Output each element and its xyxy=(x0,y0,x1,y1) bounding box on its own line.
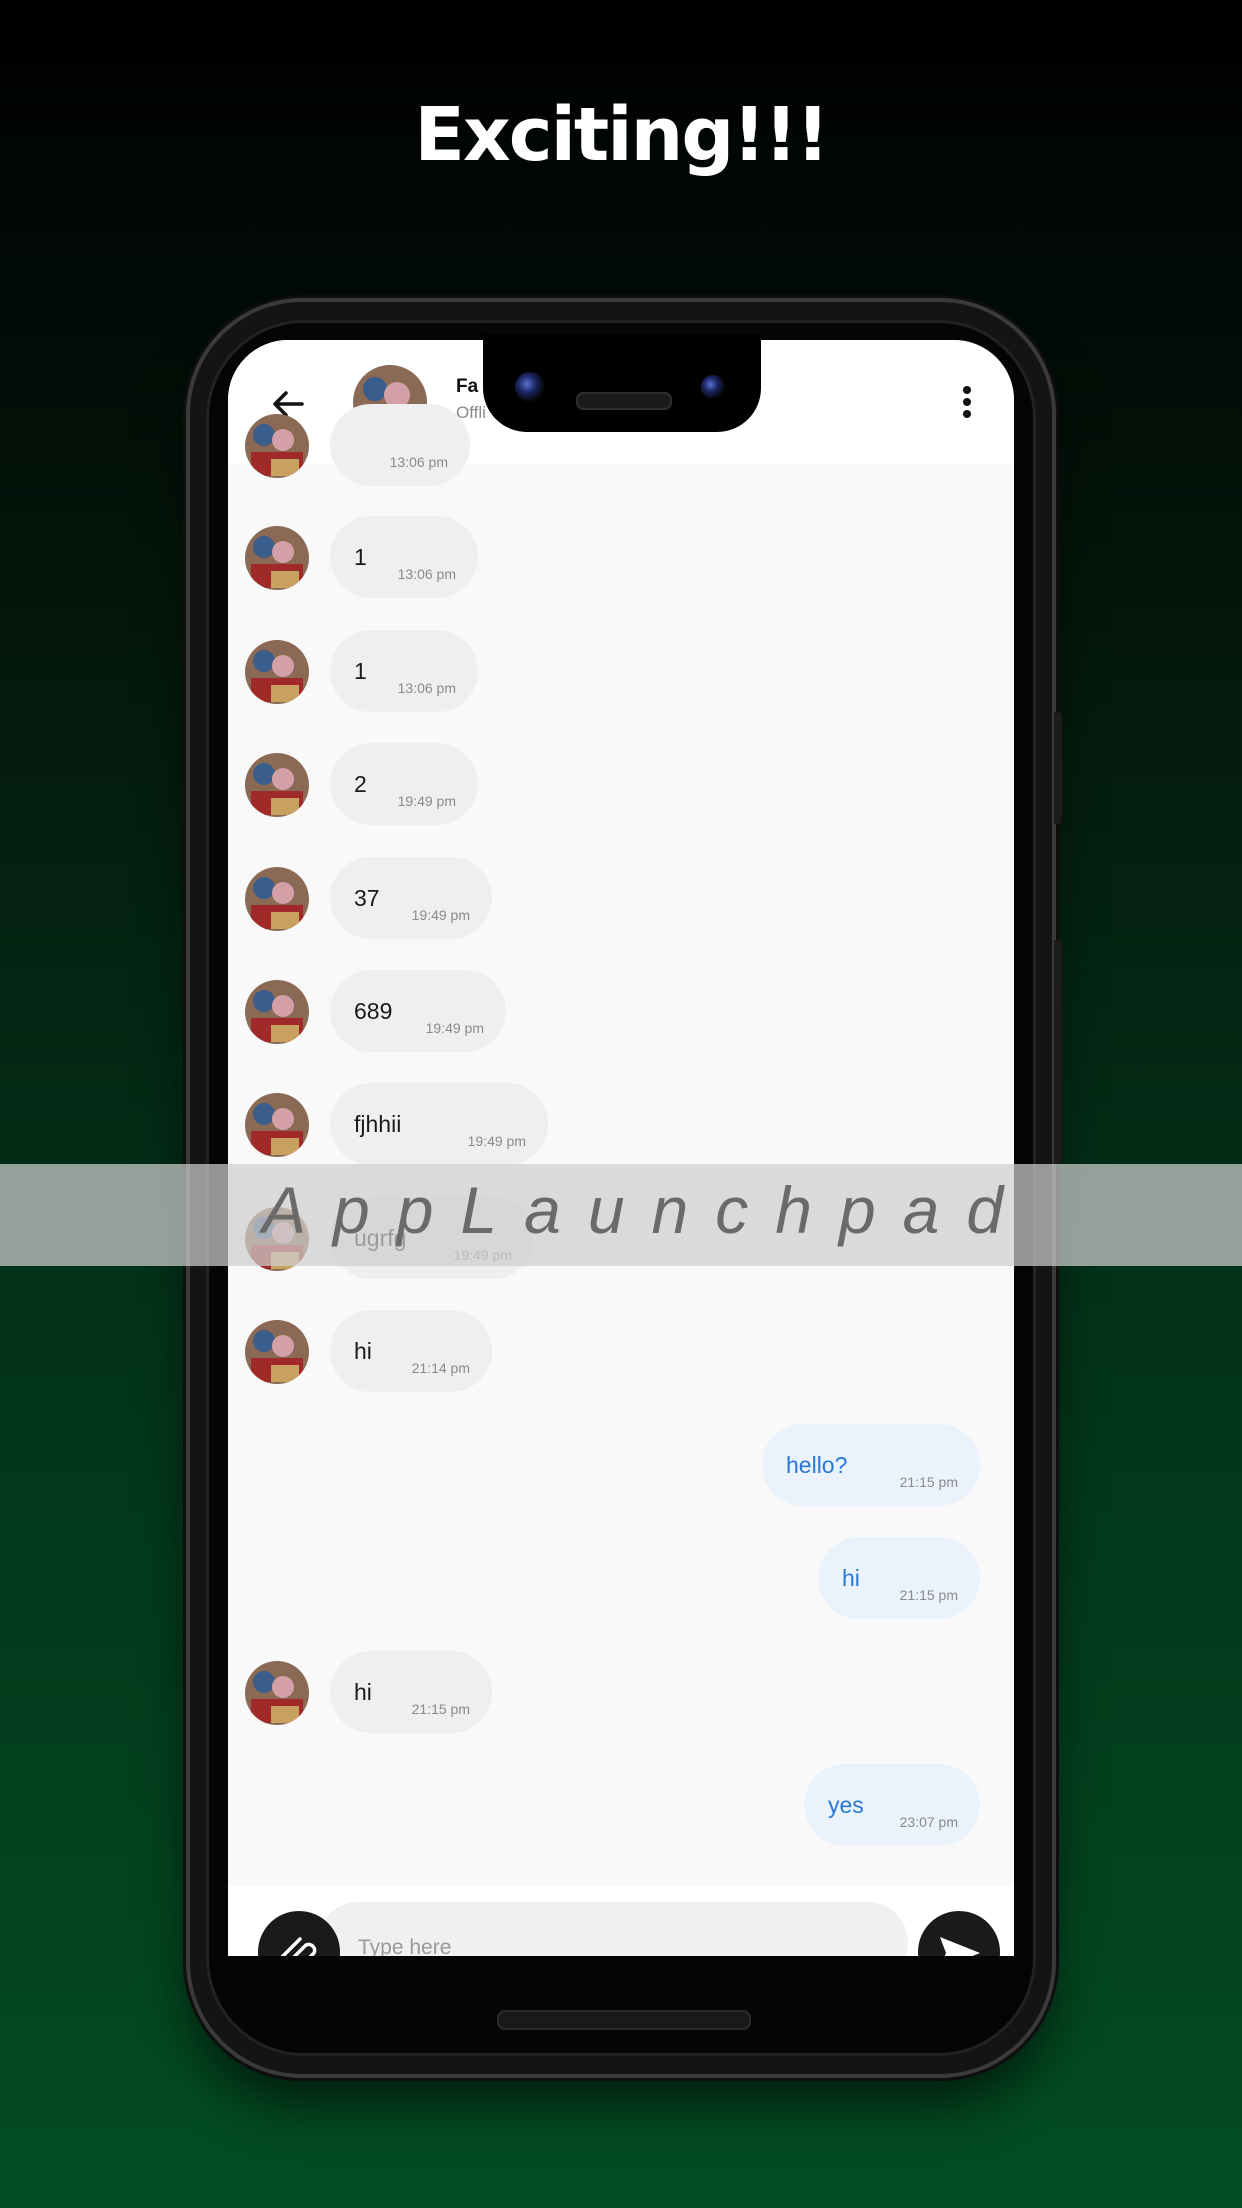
received-message-bubble[interactable]: fjhhii 19:49 pm xyxy=(330,1083,548,1165)
received-message-bubble[interactable]: hi 21:14 pm xyxy=(330,1310,492,1392)
message-text: 1 xyxy=(354,658,367,684)
message-input-placeholder: Type here xyxy=(358,1936,452,1956)
message-text: yes xyxy=(828,1792,864,1818)
composer-bar: Type here xyxy=(228,1886,1014,1956)
bottom-speaker xyxy=(497,2010,751,2030)
message-time: 21:15 pm xyxy=(411,1701,470,1717)
contact-name: Fa xyxy=(456,376,479,397)
message-text: 2 xyxy=(354,771,367,797)
message-time: 21:15 pm xyxy=(899,1474,958,1490)
phone-power-button xyxy=(1054,940,1062,1164)
received-message-bubble[interactable]: 13:06 pm xyxy=(330,404,470,486)
sender-avatar[interactable] xyxy=(245,753,309,817)
received-message-bubble[interactable]: 2 19:49 pm xyxy=(330,743,478,825)
message-time: 13:06 pm xyxy=(397,680,456,696)
message-text: 37 xyxy=(354,885,380,911)
sender-avatar[interactable] xyxy=(245,640,309,704)
received-message-bubble[interactable]: 1 13:06 pm xyxy=(330,516,478,598)
sent-message-bubble[interactable]: hello? 21:15 pm xyxy=(762,1424,980,1506)
send-button[interactable] xyxy=(918,1911,1000,1956)
message-text: hi xyxy=(842,1565,860,1591)
message-text: hi xyxy=(354,1338,372,1364)
message-text: 1 xyxy=(354,544,367,570)
received-message-bubble[interactable]: 37 19:49 pm xyxy=(330,857,492,939)
sent-message-bubble[interactable]: hi 21:15 pm xyxy=(818,1537,980,1619)
received-message-bubble[interactable]: hi 21:15 pm xyxy=(330,1651,492,1733)
message-time: 13:06 pm xyxy=(389,454,448,470)
message-time: 19:49 pm xyxy=(425,1020,484,1036)
message-time: 19:49 pm xyxy=(467,1133,526,1149)
watermark-band: AppLaunchpad xyxy=(0,1164,1242,1266)
message-time: 19:49 pm xyxy=(411,907,470,923)
watermark-text: AppLaunchpad xyxy=(262,1173,1031,1247)
sender-avatar[interactable] xyxy=(245,1093,309,1157)
message-time: 21:14 pm xyxy=(411,1360,470,1376)
message-time: 13:06 pm xyxy=(397,566,456,582)
received-message-bubble[interactable]: 1 13:06 pm xyxy=(330,630,478,712)
sender-avatar[interactable] xyxy=(245,867,309,931)
sender-avatar[interactable] xyxy=(245,526,309,590)
phone-volume-button xyxy=(1054,712,1062,824)
front-sensor xyxy=(701,375,725,399)
earpiece-speaker xyxy=(576,392,672,410)
sender-avatar[interactable] xyxy=(245,980,309,1044)
more-vertical-icon[interactable] xyxy=(962,384,972,420)
sender-avatar[interactable] xyxy=(245,1661,309,1725)
message-text: hi xyxy=(354,1679,372,1705)
headline: Exciting!!! xyxy=(414,92,829,178)
message-time: 19:49 pm xyxy=(397,793,456,809)
sender-avatar[interactable] xyxy=(245,414,309,478)
message-text: 689 xyxy=(354,998,393,1024)
sender-avatar[interactable] xyxy=(245,1320,309,1384)
front-camera xyxy=(515,372,545,402)
chat-screen: Fa Offli 13:06 pm 1 13:06 pm 1 13:06 pm 2 19:4… xyxy=(228,340,1014,1956)
message-time: 21:15 pm xyxy=(899,1587,958,1603)
sent-message-bubble[interactable]: yes 23:07 pm xyxy=(804,1764,980,1846)
message-text: hello? xyxy=(786,1452,848,1478)
message-time: 23:07 pm xyxy=(899,1814,958,1830)
message-text: fjhhii xyxy=(354,1111,402,1137)
received-message-bubble[interactable]: 689 19:49 pm xyxy=(330,970,506,1052)
send-icon xyxy=(940,1937,980,1956)
attach-button[interactable] xyxy=(258,1911,340,1956)
paperclip-icon xyxy=(280,1937,317,1956)
